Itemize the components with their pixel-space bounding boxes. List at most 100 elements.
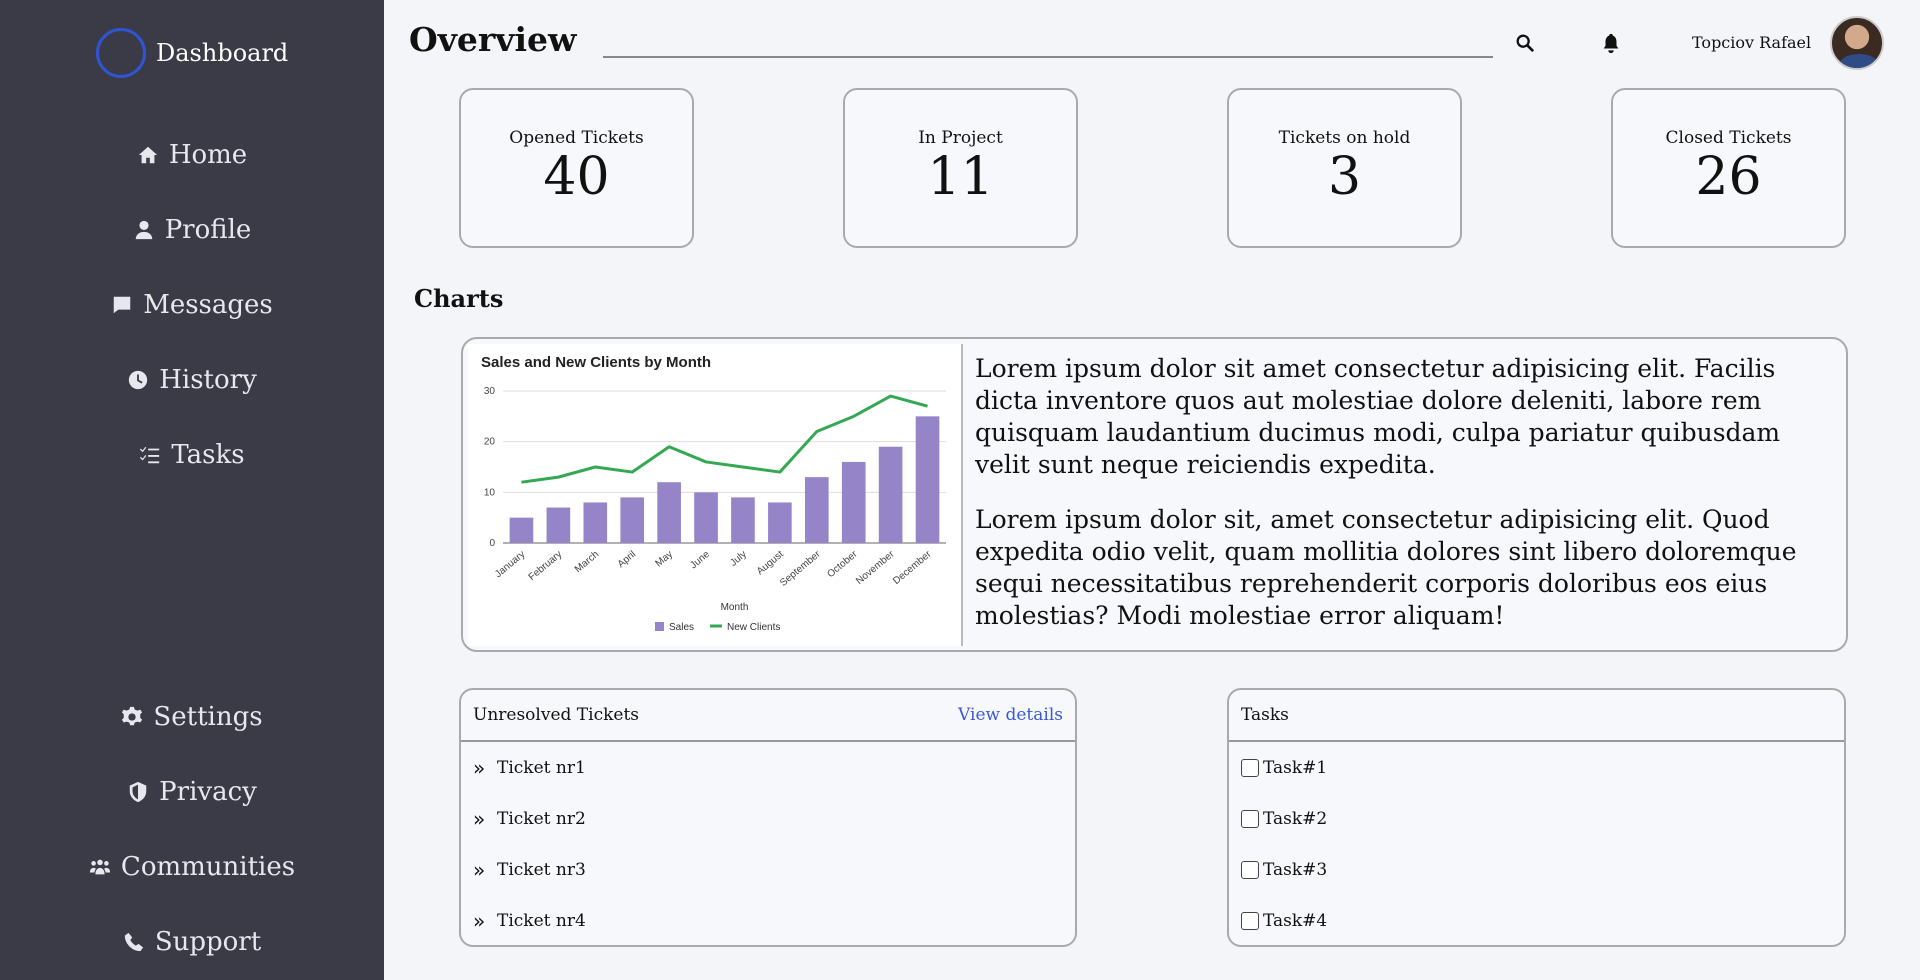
sidebar-item-label: Tasks <box>171 440 245 470</box>
x-tick-label: March <box>573 549 601 575</box>
task-label: Task#1 <box>1263 757 1328 778</box>
x-tick-label: February <box>527 549 565 583</box>
stat-value: 11 <box>927 147 994 207</box>
search-button[interactable] <box>1514 32 1538 56</box>
paragraph-1: Lorem ipsum dolor sit amet consectetur a… <box>975 354 1781 479</box>
double-chevron-icon: » <box>473 755 486 780</box>
panel-title: Unresolved Tickets <box>473 705 640 725</box>
sidebar-item-label: Home <box>168 140 248 170</box>
line-new-clients <box>521 394 928 484</box>
stat-card-closed: Closed Tickets 26 <box>1611 88 1846 248</box>
task-item: Task#4 <box>1229 895 1844 946</box>
ticket-label: Ticket nr1 <box>497 757 586 778</box>
y-tick-label: 20 <box>484 437 496 448</box>
x-tick-label: June <box>688 549 712 572</box>
x-tick-label: November <box>854 548 897 587</box>
sidebar-item-support[interactable]: Support <box>0 924 384 960</box>
ticket-item[interactable]: » Ticket nr3 <box>461 844 1075 895</box>
sidebar-item-label: Settings <box>153 702 263 732</box>
stat-value: 3 <box>1327 147 1362 207</box>
legend-swatch-sales <box>655 622 664 631</box>
brand[interactable]: Dashboard <box>96 28 288 78</box>
view-details-link[interactable]: View details <box>958 705 1063 725</box>
stat-label: Closed Tickets <box>1665 128 1792 148</box>
people-icon <box>89 859 111 875</box>
x-tick-label: August <box>755 549 786 578</box>
task-checkbox[interactable] <box>1241 860 1259 879</box>
search-icon <box>1516 34 1534 52</box>
x-tick-label: January <box>493 549 527 580</box>
shield-icon <box>129 781 147 803</box>
message-icon <box>113 296 131 314</box>
stat-label: Tickets on hold <box>1278 128 1411 148</box>
paragraph-2: Lorem ipsum dolor sit, amet consectetur … <box>975 505 1797 630</box>
ticket-item[interactable]: » Ticket nr1 <box>461 742 1075 793</box>
bar-sales <box>694 492 718 543</box>
task-label: Task#2 <box>1263 808 1328 829</box>
brand-title: Dashboard <box>156 39 289 67</box>
x-tick-label: December <box>891 548 934 587</box>
sidebar-item-profile[interactable]: Profile <box>0 212 384 248</box>
tasks-panel: Tasks Task#1 Task#2 Task#3 Task#4 <box>1227 688 1846 947</box>
sidebar-item-label: Profile <box>164 215 252 245</box>
sidebar-item-messages[interactable]: Messages <box>0 287 384 323</box>
stat-card-in-project: In Project 11 <box>843 88 1078 248</box>
x-tick-label: May <box>653 549 675 570</box>
ticket-label: Ticket nr3 <box>497 859 586 880</box>
chart-title: Sales and New Clients by Month <box>481 354 711 371</box>
ticket-label: Ticket nr4 <box>497 910 586 931</box>
unresolved-tickets-panel: Unresolved Tickets View details » Ticket … <box>459 688 1077 947</box>
y-tick-label: 10 <box>484 487 496 498</box>
sidebar-item-settings[interactable]: Settings <box>0 699 384 735</box>
gear-icon <box>122 706 143 726</box>
search-input[interactable] <box>603 24 1493 58</box>
sidebar-item-label: Communities <box>120 852 296 882</box>
bar-sales <box>546 507 571 543</box>
double-chevron-icon: » <box>473 806 486 831</box>
bar-sales <box>583 502 608 543</box>
sidebar-item-history[interactable]: History <box>0 362 384 398</box>
bar-sales <box>620 497 645 543</box>
sidebar-item-label: Support <box>154 927 262 957</box>
ticket-item[interactable]: » Ticket nr2 <box>461 793 1075 844</box>
task-checkbox[interactable] <box>1241 758 1259 777</box>
sidebar-item-tasks[interactable]: Tasks <box>0 437 384 473</box>
user-name: Topciov Rafael <box>1692 33 1812 52</box>
stat-value: 40 <box>543 147 610 207</box>
panel-title: Tasks <box>1241 705 1289 725</box>
phone-icon <box>124 932 143 952</box>
stat-label: Opened Tickets <box>509 128 644 148</box>
stat-card-opened: Opened Tickets 40 <box>459 88 694 248</box>
x-tick-label: April <box>616 549 638 570</box>
avatar[interactable] <box>1830 16 1884 70</box>
bar-sales <box>768 502 792 543</box>
sidebar-item-privacy[interactable]: Privacy <box>0 774 384 810</box>
ticket-item[interactable]: » Ticket nr4 <box>461 895 1075 946</box>
stat-value: 26 <box>1695 147 1762 207</box>
chart-container: Sales and New Clients by Month 0 10 20 30 Jan… <box>468 344 963 646</box>
bar-sales <box>841 461 866 543</box>
sidebar-item-communities[interactable]: Communities <box>0 849 384 885</box>
bar-sales <box>657 482 681 543</box>
task-item: Task#2 <box>1229 793 1844 844</box>
panel-header: Tasks <box>1229 690 1844 742</box>
notifications-button[interactable] <box>1600 32 1624 56</box>
double-chevron-icon: » <box>473 857 486 882</box>
bar-sales <box>509 517 534 543</box>
bar-sales <box>731 497 755 543</box>
task-checkbox[interactable] <box>1241 911 1259 930</box>
brand-logo-icon <box>96 28 146 78</box>
ticket-label: Ticket nr2 <box>497 808 586 829</box>
sidebar-item-home[interactable]: Home <box>0 137 384 173</box>
double-chevron-icon: » <box>473 908 486 933</box>
bar-sales <box>804 477 829 543</box>
y-tick-label: 30 <box>484 386 496 397</box>
task-label: Task#3 <box>1263 859 1328 880</box>
task-item: Task#1 <box>1229 742 1844 793</box>
task-label: Task#4 <box>1263 910 1328 931</box>
sidebar: Dashboard Home Profile Messages History … <box>0 0 384 980</box>
x-tick-label: July <box>728 549 749 569</box>
task-checkbox[interactable] <box>1241 809 1259 828</box>
bell-icon <box>1603 33 1619 54</box>
legend-label-new-clients: New Clients <box>727 622 780 633</box>
